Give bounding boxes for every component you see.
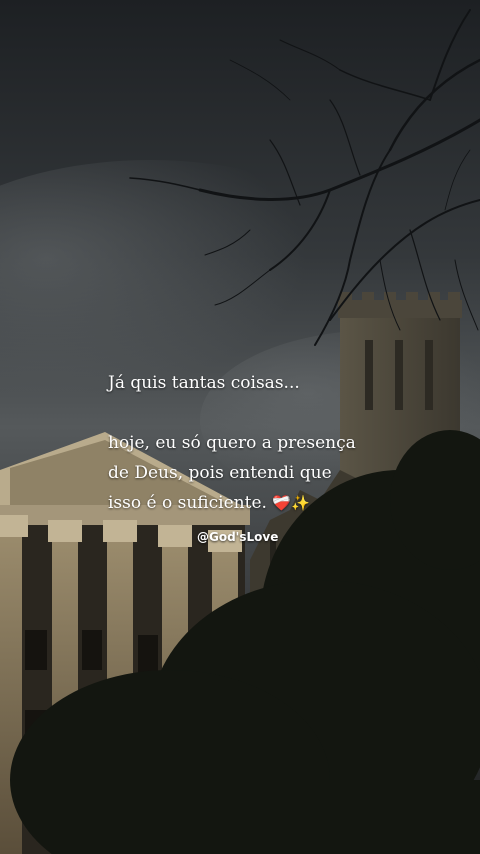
sparkles-emoji: ✨ [291,494,310,512]
quote-line-text: isso é o suficiente. [108,493,267,513]
quote-line-last: isso é o suficiente. ❤️‍🩹✨ [108,488,408,518]
watermark-handle: @God'sLove [197,530,279,544]
quote-text: Já quis tantas coisas... hoje, eu só que… [108,368,408,518]
quote-line: hoje, eu só quero a presença [108,433,356,453]
quote-line: Já quis tantas coisas... [108,373,300,393]
heart-bandage-emoji: ❤️‍🩹 [272,494,291,512]
photo-background: Já quis tantas coisas... hoje, eu só que… [0,0,480,854]
quote-spacer [108,398,408,428]
quote-line: de Deus, pois entendi que [108,463,332,483]
